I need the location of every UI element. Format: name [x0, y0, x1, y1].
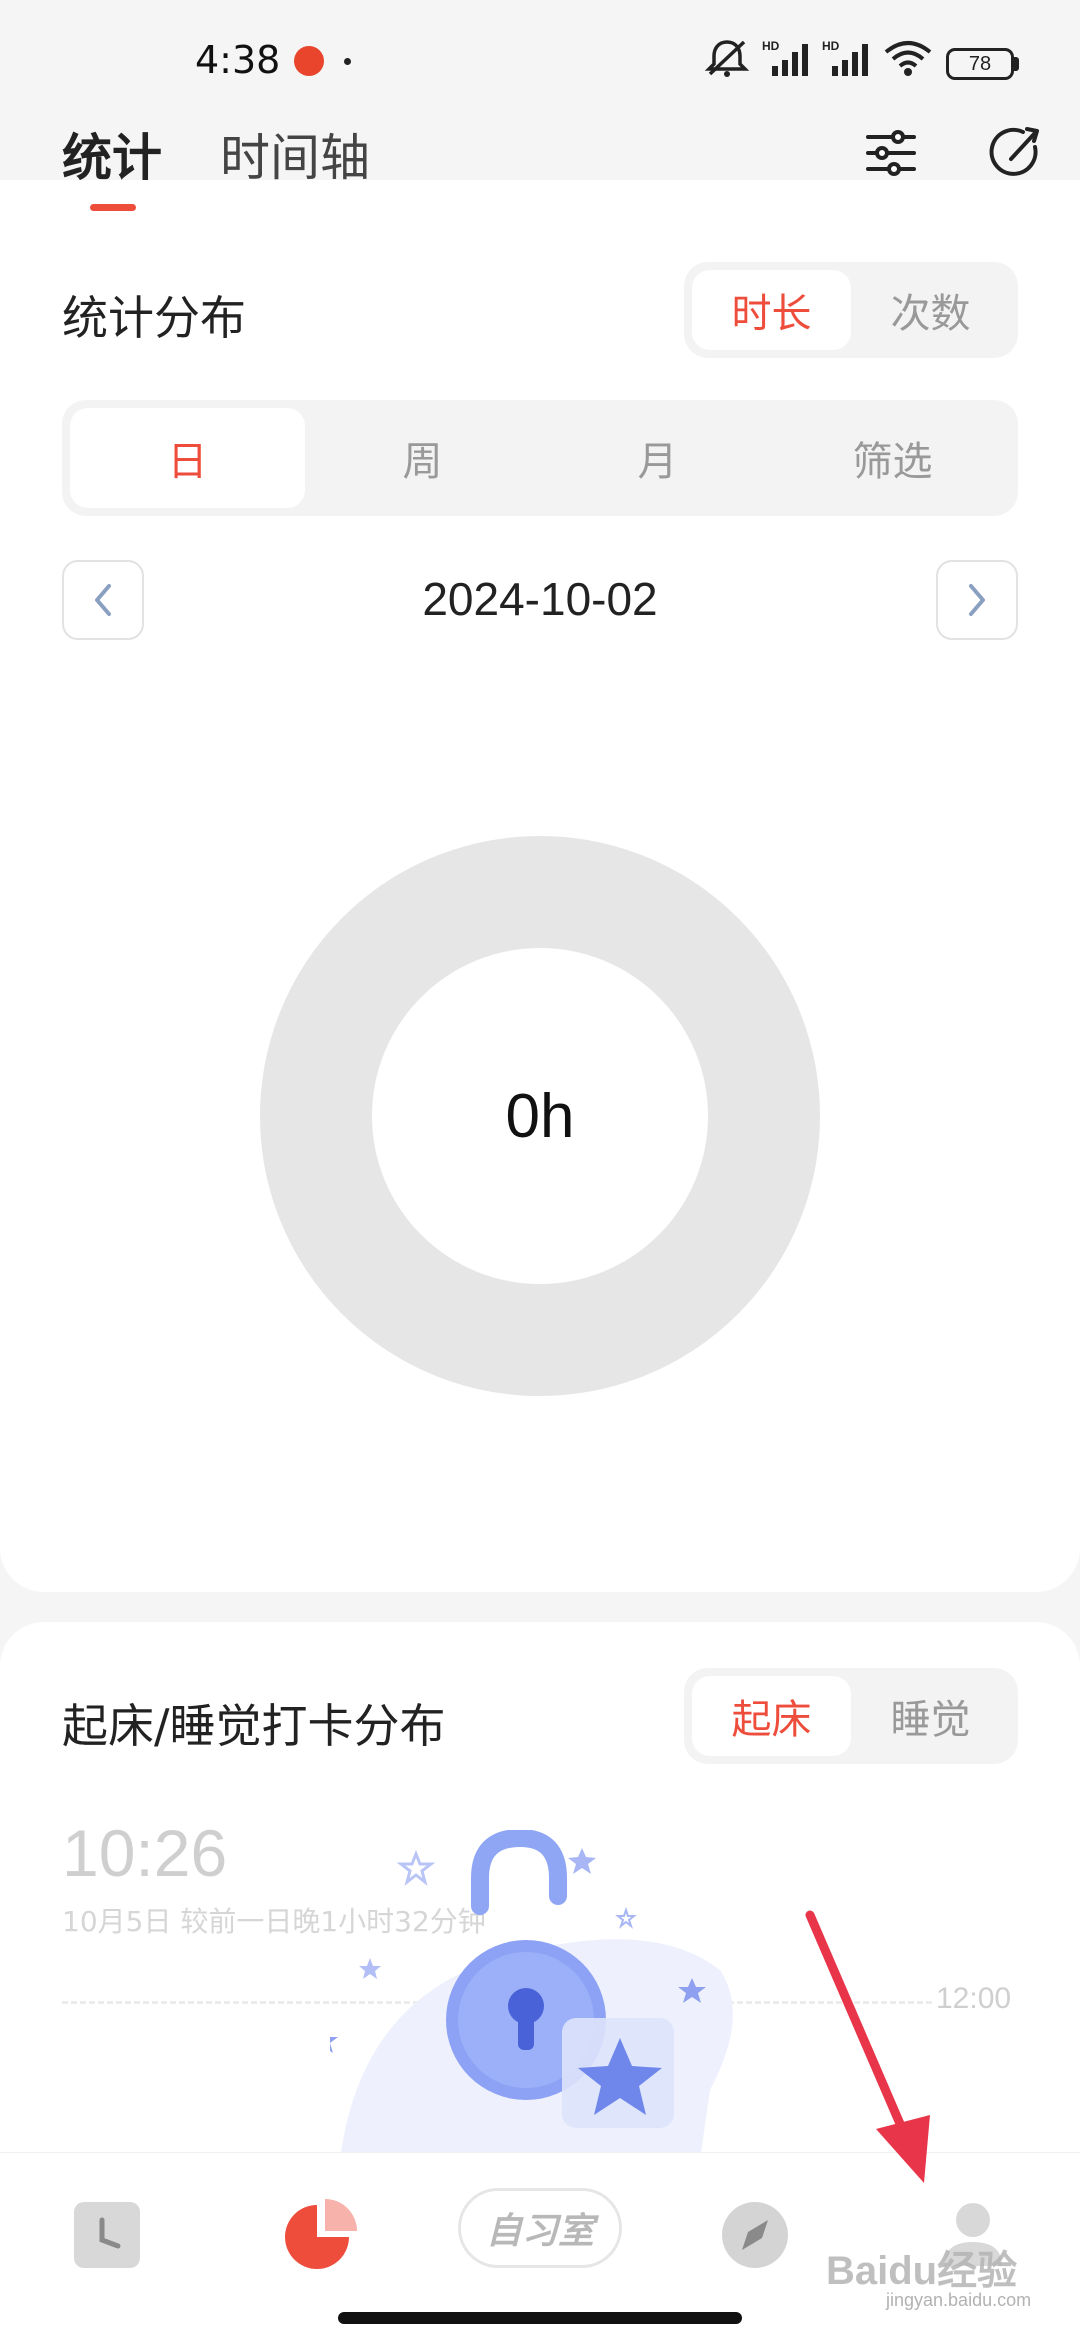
signal-hd-2-icon: HD [822, 36, 872, 80]
notification-dot-icon [344, 58, 351, 65]
checkin-section-title: 起床/睡觉打卡分布 [62, 1699, 446, 1753]
mute-icon [704, 36, 750, 80]
period-selector: 日 周 月 筛选 [62, 400, 1018, 516]
tab-stats[interactable]: 统计 [62, 118, 162, 190]
nav-study-room-tab[interactable]: 自习室 [458, 2188, 622, 2268]
clock-icon [74, 2202, 140, 2268]
watermark-url: jingyan.baidu.com [886, 2290, 1032, 2310]
pie-chart-icon [285, 2199, 357, 2269]
svg-text:HD: HD [822, 39, 840, 53]
app-notification-icon [294, 46, 324, 76]
wake-up-button[interactable]: 起床 [692, 1676, 851, 1756]
share-button[interactable] [982, 118, 1052, 188]
battery-icon: 78 [946, 48, 1014, 80]
chevron-right-icon [969, 584, 985, 616]
metric-count-button[interactable]: 次数 [851, 270, 1010, 350]
nav-discover-tab[interactable] [700, 2180, 810, 2290]
metric-duration-button[interactable]: 时长 [692, 270, 851, 350]
period-week-tab[interactable]: 周 [305, 408, 540, 508]
signal-hd-1-icon: HD [762, 36, 812, 80]
sleep-button[interactable]: 睡觉 [851, 1676, 1010, 1756]
status-time: 4:38 [195, 38, 281, 82]
share-icon [989, 127, 1039, 176]
period-day-tab[interactable]: 日 [70, 408, 305, 508]
locked-feature-illustration [330, 1830, 733, 2160]
stats-section-title: 统计分布 [62, 291, 246, 345]
home-indicator[interactable] [338, 2312, 742, 2324]
period-filter-tab[interactable]: 筛选 [775, 408, 1010, 508]
annotation-arrow-icon [805, 1910, 930, 2183]
nav-timer-tab[interactable] [52, 2180, 162, 2290]
next-date-button[interactable] [936, 560, 1018, 640]
filter-settings-button[interactable] [856, 118, 926, 188]
metric-toggle: 时长 次数 [684, 262, 1018, 358]
donut-total-label: 0h [505, 1081, 575, 1151]
selected-date: 2024-10-02 [422, 573, 658, 625]
tab-active-indicator [90, 204, 136, 211]
compass-icon [722, 2202, 788, 2268]
nav-statistics-tab[interactable] [266, 2180, 376, 2290]
wifi-icon [882, 36, 934, 80]
watermark-logo: Baidu经验 [826, 2249, 1018, 2293]
period-month-tab[interactable]: 月 [540, 408, 775, 508]
battery-tip [1014, 57, 1019, 71]
sliders-icon [866, 130, 916, 176]
checkin-time: 10:26 [62, 1816, 228, 1890]
svg-text:HD: HD [762, 39, 780, 53]
tab-timeline[interactable]: 时间轴 [220, 118, 370, 190]
checkin-toggle: 起床 睡觉 [684, 1668, 1018, 1764]
